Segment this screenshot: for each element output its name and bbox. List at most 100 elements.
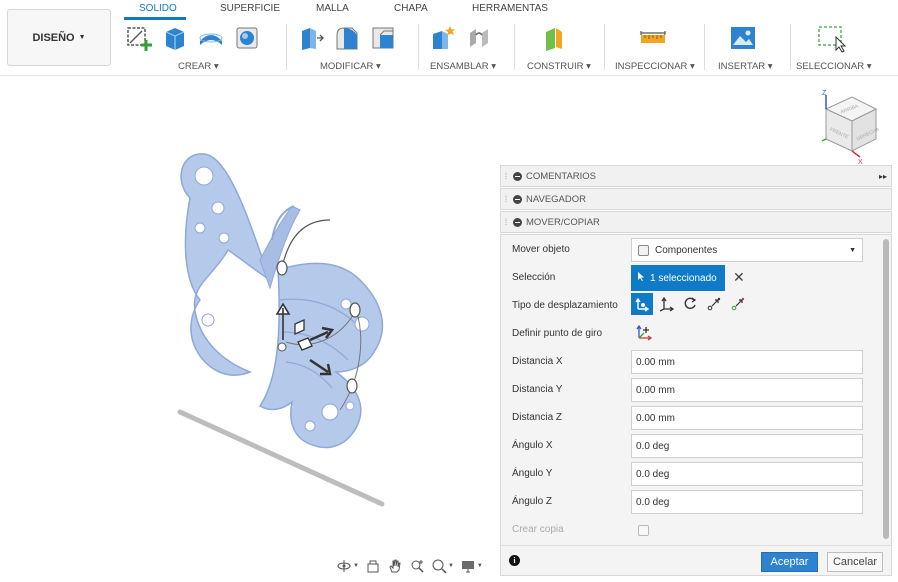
- angulo-y-input[interactable]: 0.0 deg: [631, 462, 863, 486]
- new-component-icon[interactable]: [428, 23, 458, 53]
- view-cube[interactable]: Z X ARRIBA FRENTE DERECHA: [818, 89, 884, 165]
- mover-objeto-select[interactable]: Componentes ▼: [631, 238, 863, 262]
- distancia-x-input[interactable]: 0.00 mm: [631, 350, 863, 374]
- grip-icon[interactable]: ⁞: [501, 194, 511, 204]
- look-at-tool[interactable]: [365, 558, 381, 574]
- tab-herramentas[interactable]: HERRAMENTAS: [472, 3, 548, 14]
- group-modificar: MODIFICAR ▾: [292, 21, 412, 73]
- chevron-down-icon: ▼: [476, 563, 483, 569]
- angulo-z-input[interactable]: 0.0 deg: [631, 490, 863, 514]
- chevron-down-icon: ▼: [353, 563, 359, 569]
- set-pivot-icon[interactable]: [635, 323, 653, 341]
- navegador-panel[interactable]: ⁞ NAVEGADOR: [500, 188, 892, 210]
- chamfer-icon[interactable]: [368, 23, 398, 53]
- butterfly-model[interactable]: [160, 110, 410, 520]
- zoom-window-tool[interactable]: ▼: [431, 558, 454, 574]
- mover-copiar-header[interactable]: ⁞ MOVER/COPIAR: [500, 211, 892, 233]
- look-at-icon: [367, 560, 379, 573]
- free-move-icon[interactable]: [631, 293, 653, 315]
- group-ensamblar: ENSAMBLAR ▾: [424, 21, 510, 73]
- box-icon[interactable]: [160, 23, 190, 53]
- press-pull-icon[interactable]: [296, 23, 326, 53]
- workspace-switcher[interactable]: DISEÑO ▼: [7, 9, 111, 66]
- chevron-down-icon: ▼: [78, 34, 86, 41]
- point-to-point-icon[interactable]: [703, 293, 725, 315]
- translate-icon[interactable]: [655, 293, 677, 315]
- measure-icon[interactable]: [638, 23, 668, 53]
- inspeccionar-menu[interactable]: INSPECCIONAR ▾: [615, 61, 695, 72]
- angulo-z-label: Ángulo Z: [512, 496, 553, 507]
- definir-punto-giro-label: Definir punto de giro: [512, 328, 603, 339]
- grip-icon[interactable]: ⁞: [501, 171, 511, 181]
- selection-value: 1 seleccionado: [650, 272, 717, 284]
- chevron-down-icon: ▼: [849, 246, 856, 254]
- orbit-tool[interactable]: ▼: [336, 558, 359, 574]
- modificar-menu[interactable]: MODIFICAR ▾: [320, 61, 381, 72]
- mover-objeto-label: Mover objeto: [512, 244, 570, 255]
- construction-plane-icon[interactable]: [542, 23, 572, 53]
- distancia-y-input[interactable]: 0.00 mm: [631, 378, 863, 402]
- point-to-position-icon[interactable]: [727, 293, 749, 315]
- collapse-icon[interactable]: [513, 171, 522, 181]
- window-select-icon[interactable]: [816, 23, 846, 53]
- group-crear: CREAR ▾: [120, 21, 280, 73]
- expand-icon[interactable]: ▸▸: [879, 172, 887, 181]
- tab-chapa[interactable]: CHAPA: [394, 3, 428, 14]
- divider: [418, 24, 419, 70]
- info-icon[interactable]: i: [509, 555, 520, 566]
- display-settings-tool[interactable]: ▼: [460, 558, 483, 574]
- mover-objeto-value: Componentes: [655, 244, 718, 256]
- cursor-icon: [637, 271, 646, 285]
- ok-button[interactable]: Aceptar: [761, 552, 818, 572]
- comentarios-title: COMENTARIOS: [526, 170, 597, 182]
- component-icon: [638, 244, 649, 256]
- workspace-label: DISEÑO: [32, 31, 75, 44]
- joint-icon[interactable]: [464, 23, 494, 53]
- divider: [704, 24, 705, 70]
- fillet-icon[interactable]: [332, 23, 362, 53]
- cancel-button[interactable]: Cancelar: [827, 552, 883, 572]
- construir-menu[interactable]: CONSTRUIR ▾: [527, 61, 591, 72]
- pan-tool[interactable]: [387, 558, 403, 574]
- divider: [790, 24, 791, 70]
- collapse-icon[interactable]: [513, 217, 522, 227]
- angulo-y-label: Ángulo Y: [512, 468, 553, 479]
- insertar-menu[interactable]: INSERTAR ▾: [718, 61, 773, 72]
- grip-icon[interactable]: ⁞: [501, 217, 511, 227]
- clear-selection-icon[interactable]: ✕: [733, 269, 745, 286]
- tab-superficie[interactable]: SUPERFICIE: [220, 3, 280, 14]
- create-sketch-icon[interactable]: [124, 23, 154, 53]
- crear-menu[interactable]: CREAR ▾: [178, 61, 219, 72]
- distancia-z-input[interactable]: 0.00 mm: [631, 406, 863, 430]
- group-seleccionar: SELECCIONAR ▾: [794, 21, 894, 73]
- divider: [514, 24, 515, 70]
- insert-image-icon[interactable]: [728, 23, 758, 53]
- group-insertar: INSERTAR ▾: [710, 21, 786, 73]
- seleccionar-menu[interactable]: SELECCIONAR ▾: [796, 61, 872, 72]
- shell-icon[interactable]: [232, 23, 262, 53]
- divider: [286, 24, 287, 70]
- crear-copia-label: Crear copia: [512, 524, 564, 535]
- zoom-tool[interactable]: [409, 558, 425, 574]
- orbit-icon: [337, 560, 351, 572]
- tab-malla[interactable]: MALLA: [316, 3, 349, 14]
- navegador-title: NAVEGADOR: [526, 193, 587, 205]
- app-window: DISEÑO ▼ SOLIDO SUPERFICIE MALLA CHAPA H…: [0, 0, 898, 582]
- tab-solido[interactable]: SOLIDO: [139, 3, 177, 14]
- chevron-down-icon: ▼: [447, 563, 454, 569]
- angulo-x-input[interactable]: 0.0 deg: [631, 434, 863, 458]
- navigation-bar: ▼ ▼ ▼: [336, 556, 483, 576]
- revolve-icon[interactable]: [196, 23, 226, 53]
- display-icon: [461, 561, 474, 573]
- collapse-icon[interactable]: [513, 194, 522, 204]
- ensamblar-menu[interactable]: ENSAMBLAR ▾: [430, 61, 496, 72]
- dialog-footer: i Aceptar Cancelar: [501, 545, 891, 575]
- selection-button[interactable]: 1 seleccionado: [631, 265, 725, 291]
- ribbon-toolbar: DISEÑO ▼ SOLIDO SUPERFICIE MALLA CHAPA H…: [0, 0, 898, 76]
- rotate-icon[interactable]: [679, 293, 701, 315]
- crear-copia-checkbox[interactable]: [638, 525, 649, 536]
- panel-scrollbar[interactable]: [883, 239, 889, 539]
- zoom-icon: [411, 560, 424, 573]
- mover-copiar-dialog: Mover objeto Componentes ▼ Selección 1 s…: [500, 234, 892, 576]
- comentarios-panel[interactable]: ⁞ COMENTARIOS ▸▸: [500, 165, 892, 187]
